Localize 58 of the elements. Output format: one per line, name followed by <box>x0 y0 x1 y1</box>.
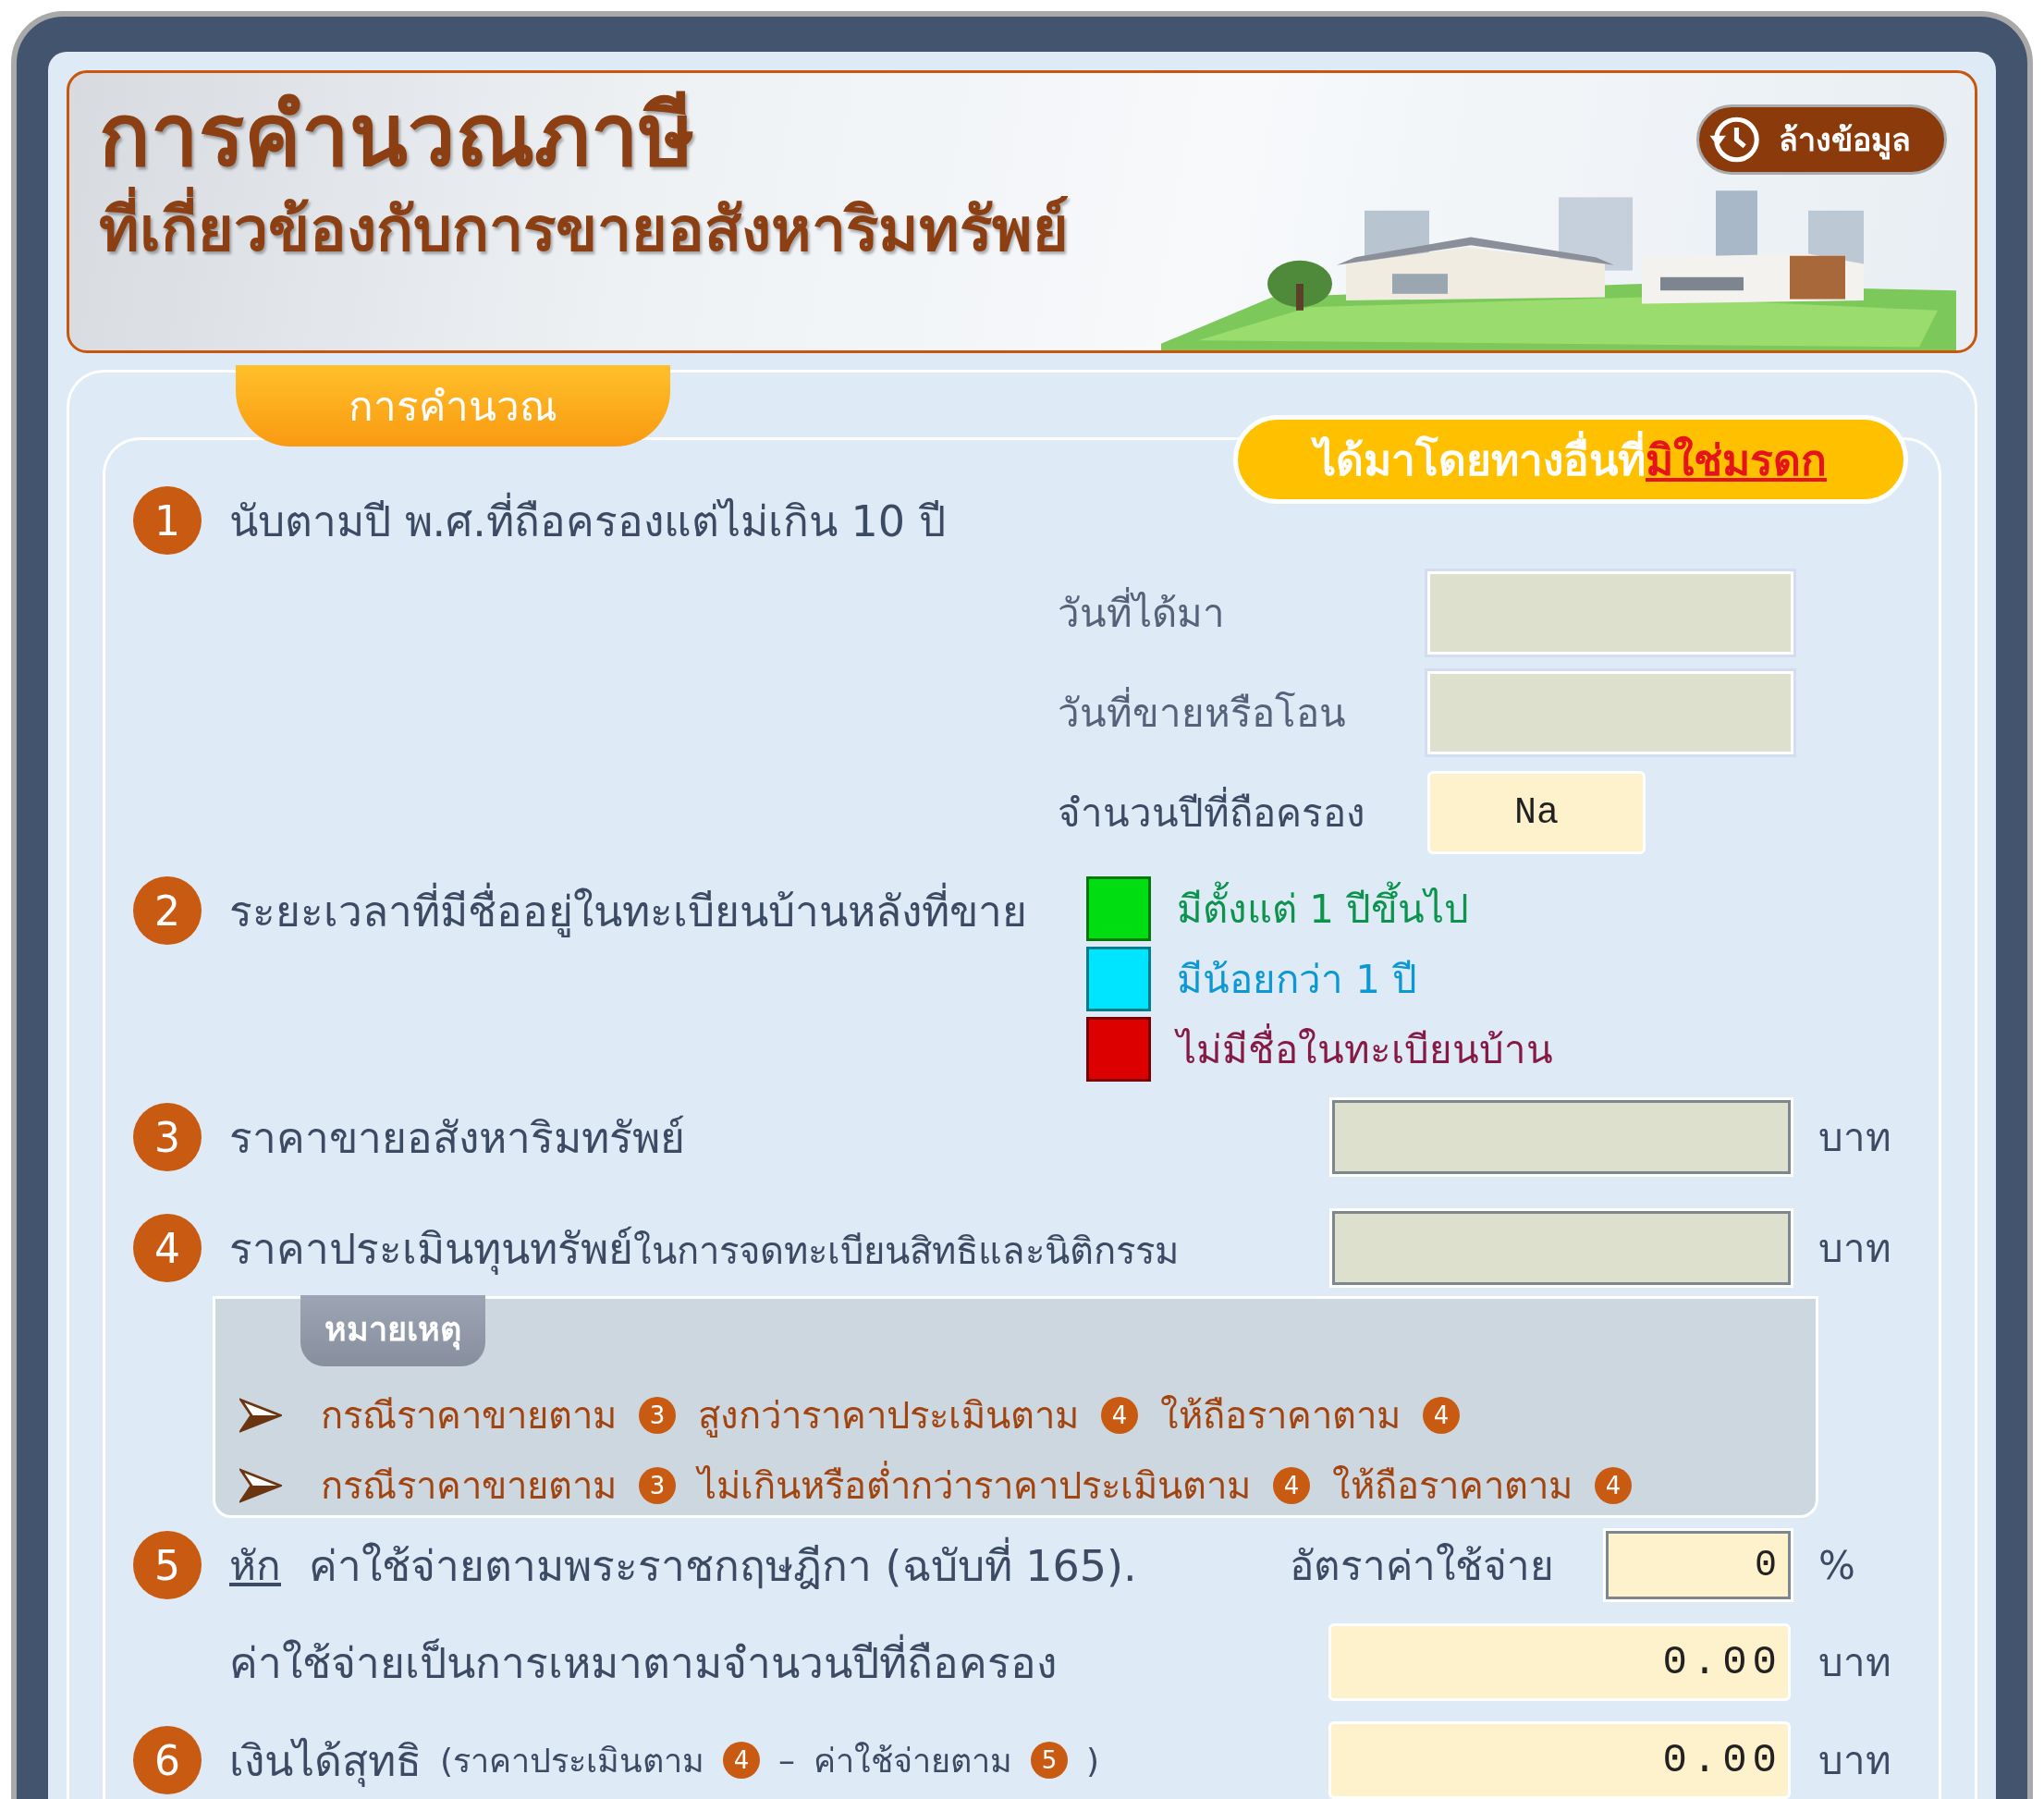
note-text: กรณีราคาขายตาม <box>321 1393 617 1438</box>
step-reference: 4 <box>1273 1467 1310 1504</box>
expense-output: 0.00 <box>1328 1623 1791 1701</box>
step-reference: 4 <box>1423 1397 1460 1434</box>
formula-text: ) <box>1086 1741 1100 1780</box>
clear-data-button[interactable]: ล้างข้อมูล <box>1696 104 1947 175</box>
arrowhead-bullet-icon <box>239 1398 282 1433</box>
amount-field[interactable] <box>1332 1211 1791 1285</box>
step-label: ราคาขายอสังหาริมทรัพย์ <box>229 1111 686 1165</box>
net-income-output: 0.00 <box>1328 1721 1791 1799</box>
option-label: มีน้อยกว่า 1 ปี <box>1177 956 1418 1004</box>
rate-label: อัตราค่าใช้จ่าย <box>1290 1541 1554 1591</box>
step-number: 1 <box>133 486 202 555</box>
deduct-label: หัก <box>229 1541 281 1591</box>
amount-field[interactable] <box>1332 1100 1791 1174</box>
formula-text: ค่าใช้จ่ายตาม <box>814 1740 1013 1781</box>
years-output: Na <box>1427 771 1646 854</box>
note-text: กรณีราคาขายตาม <box>321 1463 617 1509</box>
step-number: 3 <box>133 1103 202 1171</box>
step-reference: 4 <box>1595 1467 1632 1504</box>
field-label: วันที่ได้มา <box>1058 582 1427 643</box>
date-field[interactable] <box>1427 571 1793 655</box>
option-swatch[interactable] <box>1086 1017 1151 1082</box>
step-reference: 5 <box>1031 1742 1069 1779</box>
step-label: เงินได้สุทธิ <box>229 1734 422 1789</box>
note-text: ให้ถือราคาตาม <box>1332 1463 1573 1509</box>
unit-label: บาท <box>1818 1737 1892 1785</box>
step-number: 5 <box>133 1531 202 1599</box>
field-label: จำนวนปีที่ถือครอง <box>1058 782 1427 843</box>
step-label: นับตามปี พ.ศ.ที่ถือครองแต่ไม่เกิน 10 ปี <box>229 486 946 555</box>
expense-label: ค่าใช้จ่ายเป็นการเหมาตามจำนวนปีที่ถือครอง <box>229 1628 1328 1696</box>
note-text: ให้ถือราคาตาม <box>1160 1393 1401 1438</box>
unit-label: % <box>1818 1542 1856 1588</box>
option-swatch[interactable] <box>1086 947 1151 1011</box>
step-reference: 4 <box>1101 1397 1138 1434</box>
formula-text: (ราคาประเมินตาม <box>440 1740 705 1781</box>
step-label: ค่าใช้จ่ายตามพระราชกฤษฎีกา (ฉบับที่ 165). <box>309 1531 1290 1599</box>
unit-label: บาท <box>1818 1114 1892 1162</box>
rate-field[interactable]: 0 <box>1606 1531 1791 1599</box>
arrowhead-bullet-icon <box>239 1468 282 1503</box>
step-reference: 3 <box>639 1397 676 1434</box>
step-label: ระยะเวลาที่มีชื่ออยู่ในทะเบียนบ้านหลังที่ขาย <box>229 876 1027 945</box>
field-label: วันที่ขายหรือโอน <box>1058 682 1427 743</box>
unit-label: บาท <box>1818 1225 1892 1273</box>
acquisition-mode-badge: ได้มาโดยทางอื่นที่มิใช่มรดก <box>1233 415 1908 504</box>
step-reference: 3 <box>639 1467 676 1504</box>
date-field[interactable] <box>1427 671 1793 754</box>
formula-text: – <box>778 1741 796 1780</box>
option-swatch[interactable] <box>1086 876 1151 941</box>
notes-title: หมายเหตุ <box>300 1295 485 1366</box>
note-text: สูงกว่าราคาประเมินตาม <box>698 1393 1079 1439</box>
step-number: 4 <box>133 1214 202 1282</box>
unit-label: บาท <box>1818 1639 1892 1687</box>
step-number: 2 <box>133 876 202 945</box>
option-label: มีตั้งแต่ 1 ปีขึ้นไป <box>1177 878 1470 939</box>
step-reference: 4 <box>723 1742 761 1779</box>
step-label: ราคาประเมินทุนทรัพย์ในการจดทะเบียนสิทธิและนิติกรรม <box>229 1222 1180 1277</box>
step-number: 6 <box>133 1726 202 1794</box>
